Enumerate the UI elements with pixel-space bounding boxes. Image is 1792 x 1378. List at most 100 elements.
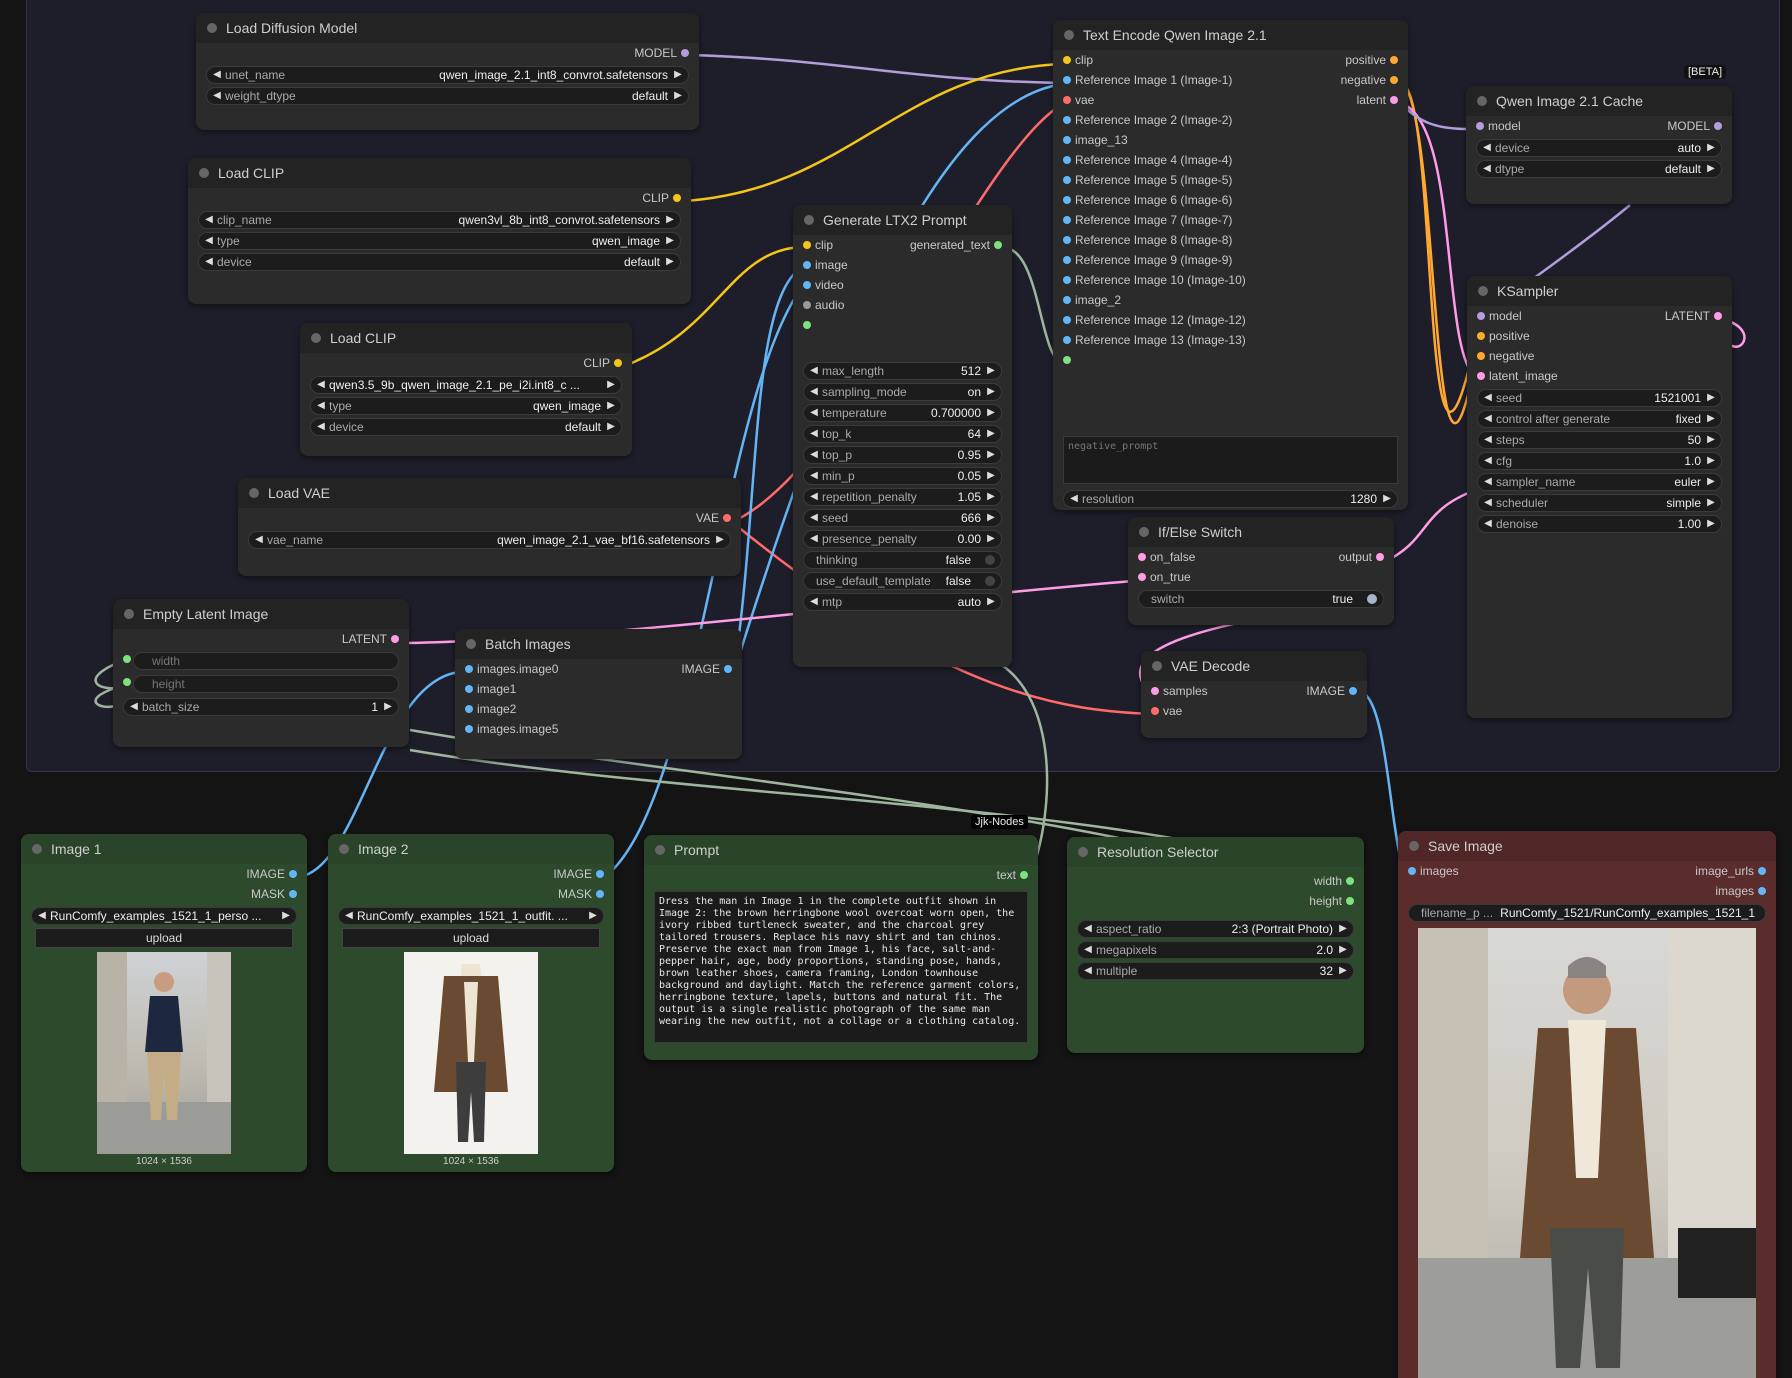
input-image1[interactable]: image1 — [465, 679, 516, 699]
input-samples[interactable]: samples — [1151, 681, 1208, 701]
negative-prompt-textarea[interactable]: negative_prompt — [1063, 436, 1398, 484]
input-video[interactable]: video — [803, 275, 844, 295]
image-file-combo[interactable]: ◀ RunComfy_examples_1521_1_outfit. ... ▶ — [338, 907, 604, 925]
vae-decode-node[interactable]: VAE Decode samples IMAGE vae — [1141, 651, 1367, 738]
load-clip-node-1[interactable]: Load CLIP CLIP ◀ clip_name qwen3vl_8b_int8… — [188, 158, 691, 304]
upload-button[interactable]: upload — [342, 928, 600, 948]
filename-prefix-input[interactable]: filename_p ... RunComfy_1521/RunComfy_exa… — [1408, 904, 1766, 922]
aspect-ratio-combo[interactable]: ◀ aspect_ratio 2:3 (Portrait Photo) ▶ — [1077, 920, 1354, 938]
megapixels-input[interactable]: ◀ megapixels 2.0 ▶ — [1077, 941, 1354, 959]
control-after-generate-combo[interactable]: ◀ control after generate fixed ▶ — [1477, 410, 1722, 428]
repetition-penalty-input[interactable]: ◀ repetition_penalty 1.05 ▶ — [803, 488, 1002, 506]
clip-name-combo[interactable]: ◀ qwen3.5_9b_qwen_image_2.1_pe_i2i.int8_c… — [310, 376, 622, 394]
input-reference-image-9-image-9[interactable]: Reference Image 9 (Image-9) — [1063, 250, 1232, 270]
input-image[interactable]: image — [803, 255, 848, 275]
if-else-switch-node[interactable]: If/Else Switch on_false output on_true sw… — [1128, 517, 1394, 625]
switch-toggle[interactable]: switch true — [1138, 590, 1384, 608]
output-image[interactable]: IMAGE — [553, 864, 604, 884]
seed-input[interactable]: ◀ seed 1521001 ▶ — [1477, 389, 1722, 407]
output-image-urls[interactable]: image_urls — [1695, 861, 1766, 881]
save-image-node[interactable]: Save Image images image_urls images filen… — [1398, 831, 1776, 1378]
upload-button[interactable]: upload — [35, 928, 293, 948]
output-vae[interactable]: VAE — [696, 508, 731, 528]
output-image[interactable]: IMAGE — [681, 659, 732, 679]
steps-input[interactable]: ◀ steps 50 ▶ — [1477, 431, 1722, 449]
resolution-input[interactable]: ◀ resolution 1280 ▶ — [1063, 490, 1398, 508]
weight-dtype-combo[interactable]: ◀ weight_dtype default ▶ — [206, 87, 689, 105]
sampler-name-combo[interactable]: ◀ sampler_name euler ▶ — [1477, 473, 1722, 491]
device-combo[interactable]: ◀ device auto ▶ — [1476, 139, 1722, 157]
type-combo[interactable]: ◀ type qwen_image ▶ — [310, 397, 622, 415]
input-image0[interactable]: images.image0 — [465, 659, 558, 679]
mtp-combo[interactable]: ◀ mtp auto ▶ — [803, 593, 1002, 611]
output-width[interactable]: width — [1314, 871, 1354, 891]
input-reference-image-12-image-12[interactable]: Reference Image 12 (Image-12) — [1063, 310, 1246, 330]
multiple-input[interactable]: ◀ multiple 32 ▶ — [1077, 962, 1354, 980]
qwen-cache-node[interactable]: Qwen Image 2.1 Cache model MODEL ◀ device a… — [1466, 86, 1732, 204]
unet-name-combo[interactable]: ◀ unet_name qwen_image_2.1_int8_convrot.sa… — [206, 66, 689, 84]
resolution-selector-node[interactable]: Resolution Selector width height ◀ aspect… — [1067, 837, 1364, 1053]
output-mask[interactable]: MASK — [251, 884, 297, 904]
temperature-input[interactable]: ◀ temperature 0.700000 ▶ — [803, 404, 1002, 422]
top-k-input[interactable]: ◀ top_k 64 ▶ — [803, 425, 1002, 443]
sampling-mode-combo[interactable]: ◀ sampling_mode on ▶ — [803, 383, 1002, 401]
empty-latent-image-node[interactable]: Empty Latent Image LATENT width height ◀… — [113, 599, 409, 747]
batch-images-node[interactable]: Batch Images images.image0 IMAGE image1 i… — [455, 629, 742, 759]
prompt-node[interactable]: Prompt text Dress the man in Image 1 in … — [644, 835, 1038, 1060]
ksampler-node[interactable]: KSampler model LATENT positive negative l… — [1467, 276, 1732, 718]
input-clip[interactable]: clip — [803, 235, 833, 255]
output-negative[interactable]: negative — [1341, 70, 1398, 90]
presence-penalty-input[interactable]: ◀ presence_penalty 0.00 ▶ — [803, 530, 1002, 548]
output-text[interactable]: text — [997, 865, 1028, 885]
node-canvas[interactable]: Load Diffusion Model MODEL ◀ unet_name qwe… — [0, 0, 1792, 1378]
input-image2[interactable]: image2 — [465, 699, 516, 719]
output-positive[interactable]: positive — [1345, 50, 1398, 70]
input-reference-image-8-image-8[interactable]: Reference Image 8 (Image-8) — [1063, 230, 1232, 250]
dtype-combo[interactable]: ◀ dtype default ▶ — [1476, 160, 1722, 178]
output-images[interactable]: images — [1715, 881, 1766, 901]
output-height[interactable]: height — [1309, 891, 1354, 911]
output-model[interactable]: MODEL — [1667, 116, 1722, 136]
input-image-13[interactable]: image_13 — [1063, 130, 1128, 150]
input-reference-image-5-image-5[interactable]: Reference Image 5 (Image-5) — [1063, 170, 1232, 190]
device-combo[interactable]: ◀ device default ▶ — [310, 418, 622, 436]
prompt-textarea[interactable]: Dress the man in Image 1 in the complete… — [654, 891, 1028, 1043]
output[interactable]: output — [1339, 547, 1384, 567]
min-p-input[interactable]: ◀ min_p 0.05 ▶ — [803, 467, 1002, 485]
input-reference-image-10-image-10[interactable]: Reference Image 10 (Image-10) — [1063, 270, 1246, 290]
input-negative[interactable]: negative — [1477, 346, 1534, 366]
input-positive[interactable]: positive — [1477, 326, 1530, 346]
input-reference-image-13-image-13[interactable]: Reference Image 13 (Image-13) — [1063, 330, 1246, 350]
output-image[interactable]: IMAGE — [246, 864, 297, 884]
batch-size-input[interactable]: ◀ batch_size 1 ▶ — [123, 698, 399, 716]
clip-name-combo[interactable]: ◀ clip_name qwen3vl_8b_int8_convrot.safete… — [198, 211, 681, 229]
output-generated-text[interactable]: generated_text — [910, 235, 1002, 255]
output-latent[interactable]: LATENT — [342, 629, 399, 649]
input-on-false[interactable]: on_false — [1138, 547, 1195, 567]
input-reference-image-2-image-2[interactable]: Reference Image 2 (Image-2) — [1063, 110, 1232, 130]
input-image5[interactable]: images.image5 — [465, 719, 558, 739]
output-image[interactable]: IMAGE — [1306, 681, 1357, 701]
input-vae[interactable]: vae — [1063, 90, 1094, 110]
load-clip-node-2[interactable]: Load CLIP CLIP ◀ qwen3.5_9b_qwen_image_2.… — [300, 323, 632, 456]
load-diffusion-model-node[interactable]: Load Diffusion Model MODEL ◀ unet_name qwe… — [196, 13, 699, 130]
load-vae-node[interactable]: Load VAE VAE ◀ vae_name qwen_image_2.1_vae… — [238, 478, 741, 576]
input-on-true[interactable]: on_true — [1138, 567, 1191, 587]
text-encode-qwen-node[interactable]: Text Encode Qwen Image 2.1 clip positive R… — [1053, 20, 1408, 510]
vae-name-combo[interactable]: ◀ vae_name qwen_image_2.1_vae_bf16.safeten… — [248, 531, 731, 549]
load-image-node-1[interactable]: Image 1 IMAGE MASK ◀ RunComfy_examples_15… — [21, 834, 307, 1172]
input-clip[interactable]: clip — [1063, 50, 1093, 70]
cfg-input[interactable]: ◀ cfg 1.0 ▶ — [1477, 452, 1722, 470]
max-length-input[interactable]: ◀ max_length 512 ▶ — [803, 362, 1002, 380]
input-reference-image-6-image-6[interactable]: Reference Image 6 (Image-6) — [1063, 190, 1232, 210]
device-combo[interactable]: ◀ device default ▶ — [198, 253, 681, 271]
image-file-combo[interactable]: ◀ RunComfy_examples_1521_1_perso ... ▶ — [31, 907, 297, 925]
type-combo[interactable]: ◀ type qwen_image ▶ — [198, 232, 681, 250]
use-default-template-toggle[interactable]: use_default_template false — [803, 572, 1002, 590]
input-reference-image-4-image-4[interactable]: Reference Image 4 (Image-4) — [1063, 150, 1232, 170]
input-model[interactable]: model — [1477, 306, 1522, 326]
output-clip[interactable]: CLIP — [642, 188, 681, 208]
output-model[interactable]: MODEL — [634, 43, 689, 63]
top-p-input[interactable]: ◀ top_p 0.95 ▶ — [803, 446, 1002, 464]
scheduler-combo[interactable]: ◀ scheduler simple ▶ — [1477, 494, 1722, 512]
